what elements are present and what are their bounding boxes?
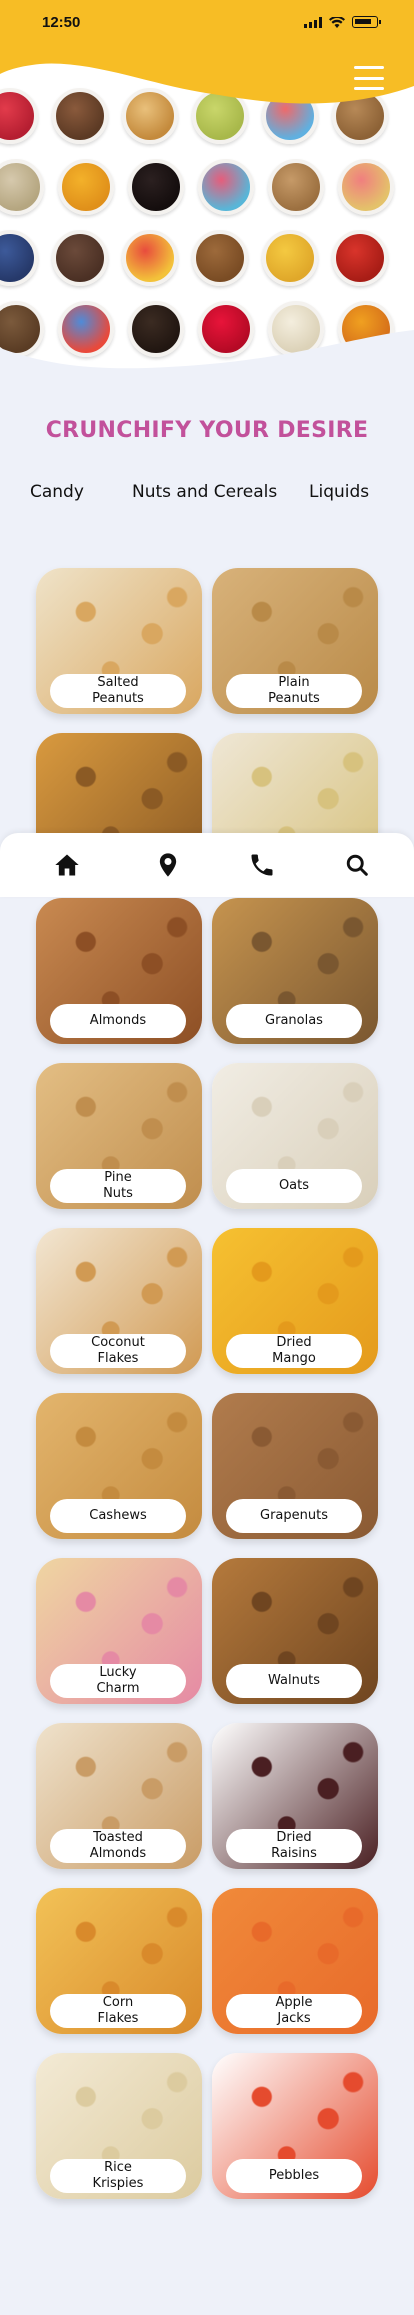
product-card[interactable]: Apple Jacks xyxy=(212,1888,378,2034)
category-tab-candy[interactable]: Candy xyxy=(30,482,84,502)
product-card[interactable]: Oats xyxy=(212,1063,378,1209)
product-label: Walnuts xyxy=(226,1664,362,1698)
category-tabs: Candy Nuts and Cereals Liquids xyxy=(0,482,414,512)
product-card[interactable]: Dried Raisins xyxy=(212,1723,378,1869)
product-label: Pine Nuts xyxy=(50,1169,186,1203)
product-card[interactable]: Coconut Flakes xyxy=(36,1228,202,1374)
snack-bowl xyxy=(198,159,254,215)
product-label: Almonds xyxy=(50,1004,186,1038)
product-label: Pebbles xyxy=(226,2159,362,2193)
page-title: CRUNCHIFY YOUR DESIRE xyxy=(45,418,369,443)
product-label: Corn Flakes xyxy=(50,1994,186,2028)
product-card[interactable]: Corn Flakes xyxy=(36,1888,202,2034)
product-label: Cashews xyxy=(50,1499,186,1533)
product-card[interactable]: Almonds xyxy=(36,898,202,1044)
product-label: Plain Peanuts xyxy=(226,674,362,708)
product-label: Rice Krispies xyxy=(50,2159,186,2193)
wifi-icon xyxy=(329,16,345,28)
battery-icon xyxy=(352,16,381,28)
category-tab-nuts-and-cereals[interactable]: Nuts and Cereals xyxy=(132,482,277,502)
product-card[interactable]: Dried Mango xyxy=(212,1228,378,1374)
category-tab-liquids[interactable]: Liquids xyxy=(309,482,369,502)
product-card[interactable]: Cashews xyxy=(36,1393,202,1539)
home-icon[interactable] xyxy=(53,851,81,879)
hamburger-menu-icon[interactable] xyxy=(354,66,384,90)
search-icon[interactable] xyxy=(343,851,371,879)
product-card[interactable]: Salted Peanuts xyxy=(36,568,202,714)
bowl-row xyxy=(0,230,414,286)
status-time: 12:50 xyxy=(42,14,81,31)
snack-bowl xyxy=(122,230,178,286)
snack-bowl xyxy=(0,230,38,286)
product-card[interactable]: Grapenuts xyxy=(212,1393,378,1539)
product-label: Toasted Almonds xyxy=(50,1829,186,1863)
snack-bowl xyxy=(128,159,184,215)
snack-bowl xyxy=(338,159,394,215)
hero-bottom-curve xyxy=(0,330,414,385)
product-card[interactable]: Granolas xyxy=(212,898,378,1044)
product-label: Salted Peanuts xyxy=(50,674,186,708)
hero-banner: 12:50 xyxy=(0,0,414,385)
bowl-row xyxy=(0,159,414,215)
product-card[interactable]: Pebbles xyxy=(212,2053,378,2199)
snack-bowl xyxy=(192,230,248,286)
product-card[interactable]: Pine Nuts xyxy=(36,1063,202,1209)
product-label: Apple Jacks xyxy=(226,1994,362,2028)
snack-bowl xyxy=(52,230,108,286)
product-card[interactable]: Plain Peanuts xyxy=(212,568,378,714)
product-label: Grapenuts xyxy=(226,1499,362,1533)
status-icons xyxy=(304,16,381,28)
product-label: Oats xyxy=(226,1169,362,1203)
product-card[interactable]: Toasted Almonds xyxy=(36,1723,202,1869)
snack-bowl xyxy=(332,230,388,286)
product-card[interactable]: Walnuts xyxy=(212,1558,378,1704)
snack-bowl xyxy=(58,159,114,215)
product-label: Coconut Flakes xyxy=(50,1334,186,1368)
product-label: Dried Raisins xyxy=(226,1829,362,1863)
product-label: Dried Mango xyxy=(226,1334,362,1368)
product-label: Granolas xyxy=(226,1004,362,1038)
product-card[interactable]: Rice Krispies xyxy=(36,2053,202,2199)
bottom-nav-bar xyxy=(0,833,414,897)
snack-bowl xyxy=(262,230,318,286)
snack-bowl xyxy=(0,159,44,215)
snack-bowl xyxy=(268,159,324,215)
phone-icon[interactable] xyxy=(248,851,276,879)
product-label: Lucky Charm xyxy=(50,1664,186,1698)
product-card[interactable]: Lucky Charm xyxy=(36,1558,202,1704)
signal-icon xyxy=(304,16,322,28)
location-pin-icon[interactable] xyxy=(154,851,182,879)
